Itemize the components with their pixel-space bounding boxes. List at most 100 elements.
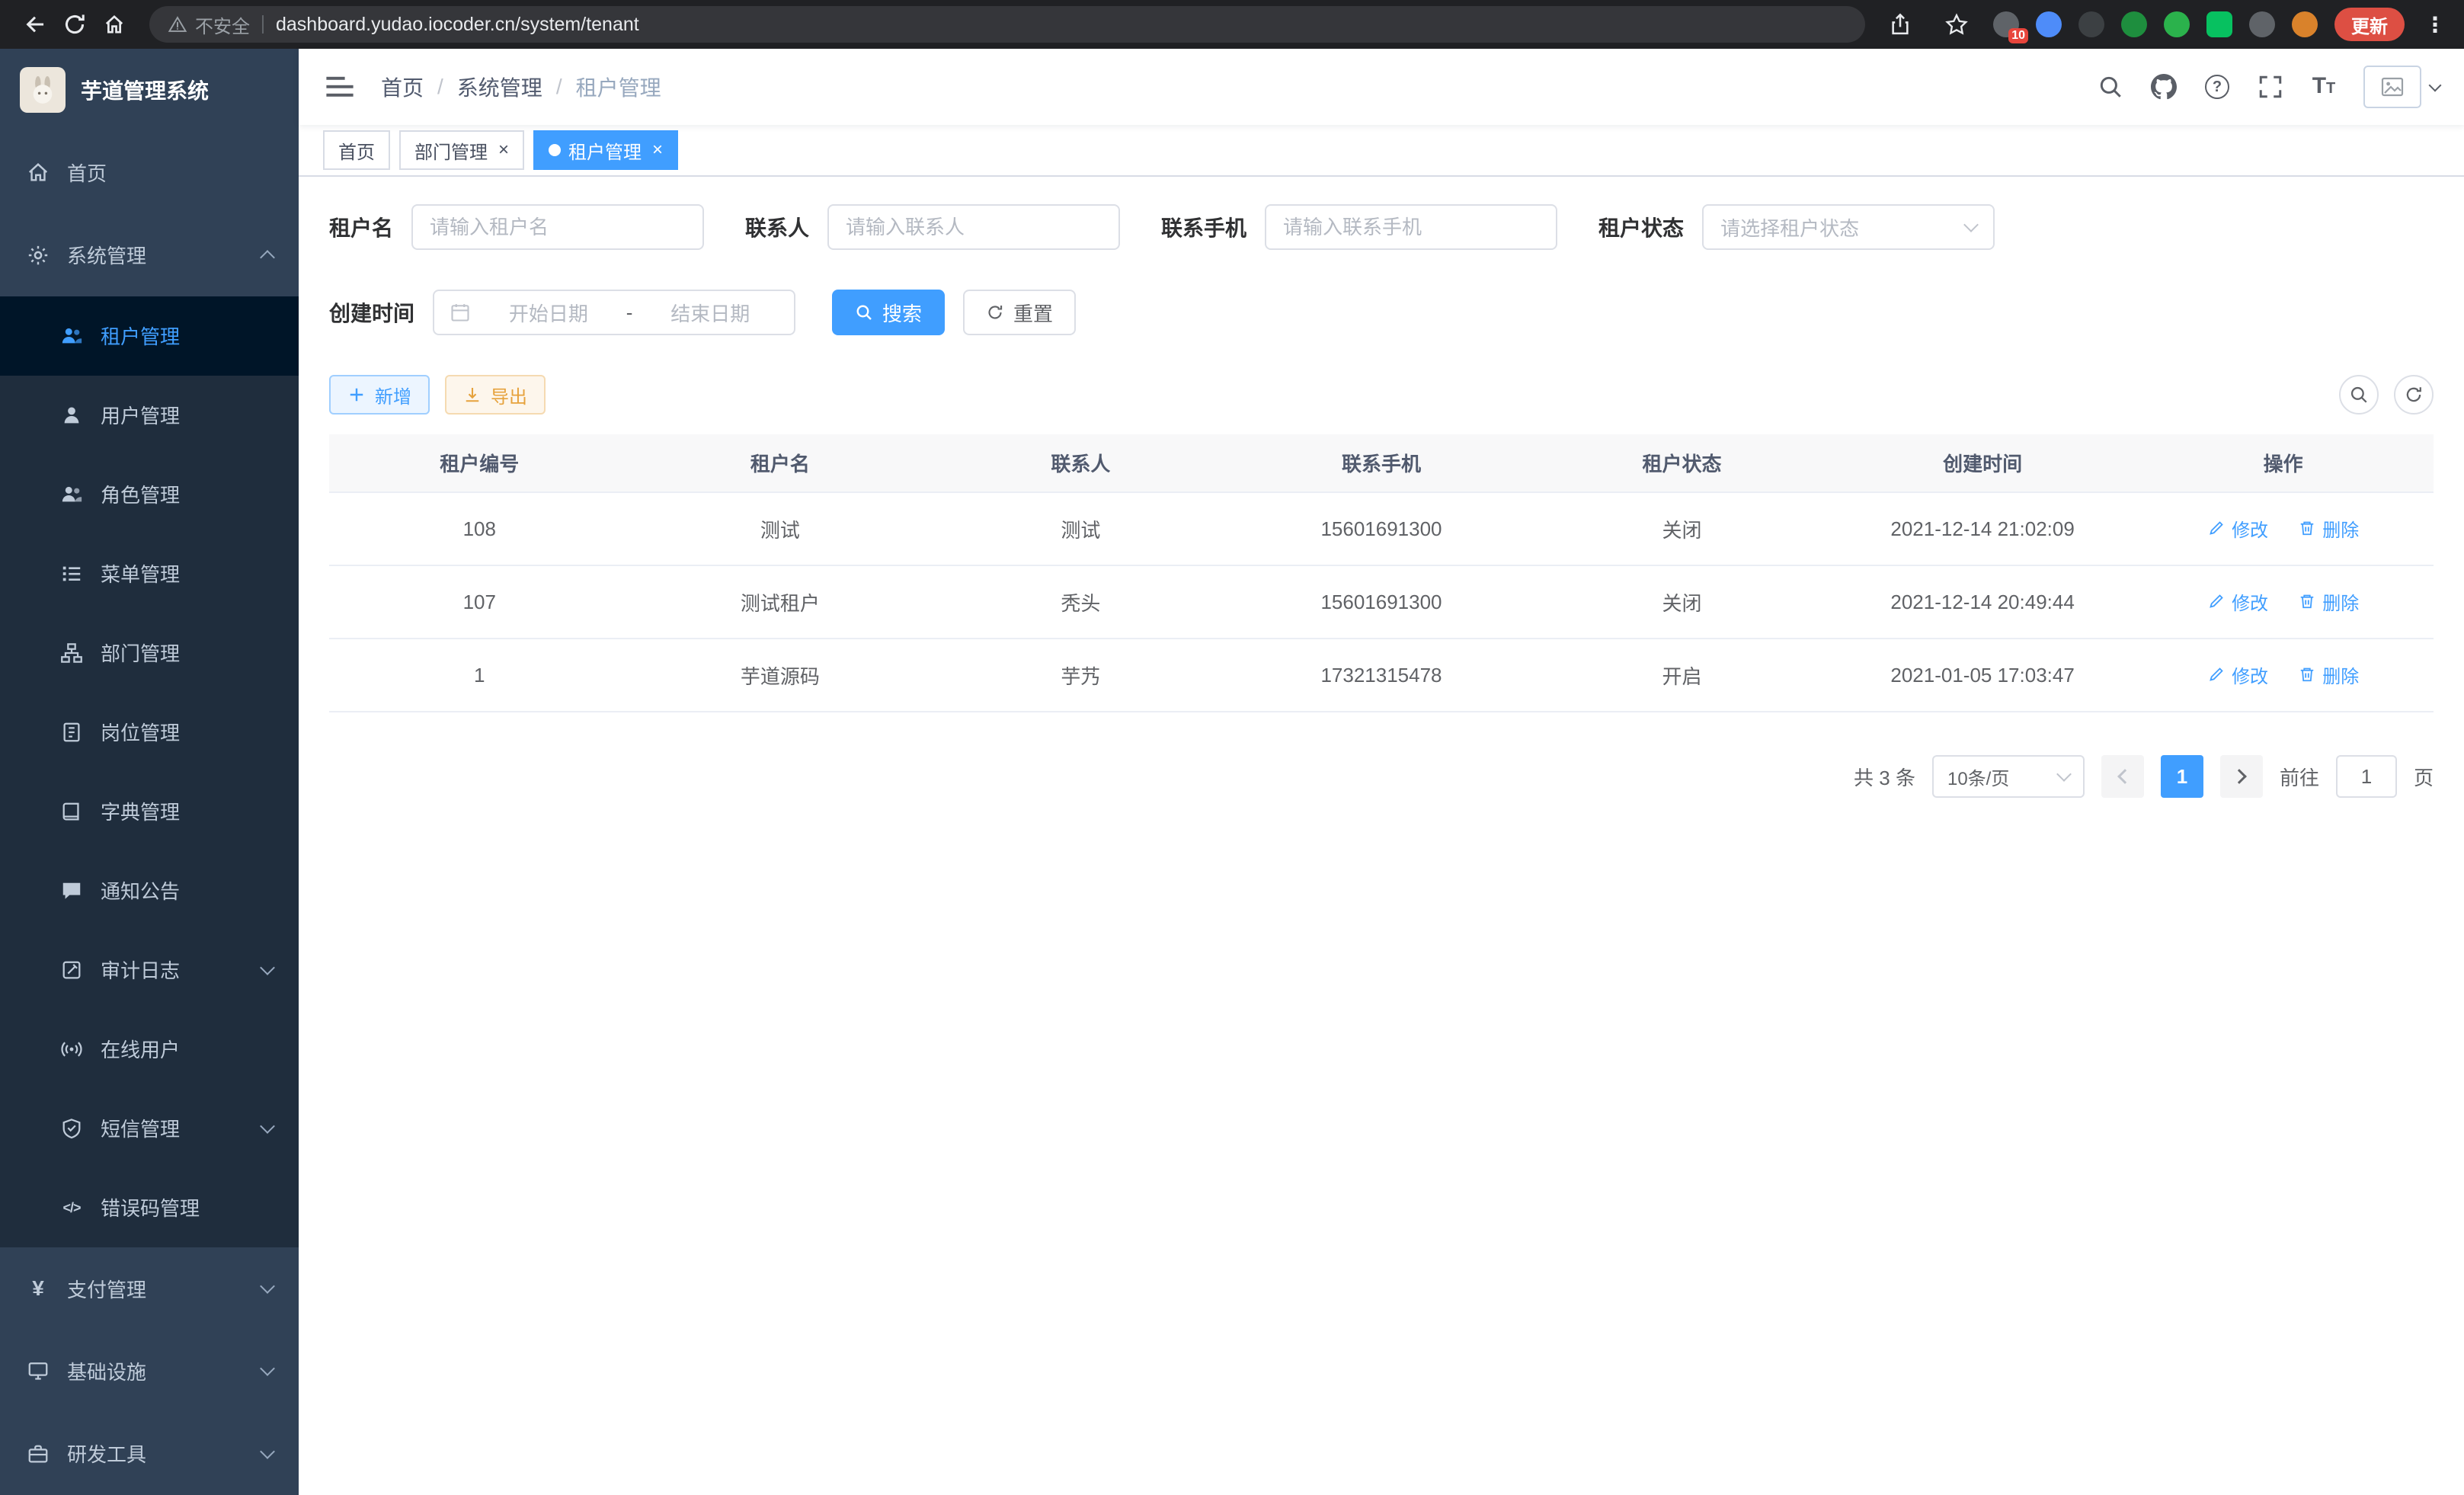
sidebar-item-sms[interactable]: 短信管理 (0, 1089, 299, 1168)
cell-created: 2021-01-05 17:03:47 (1832, 639, 2133, 712)
prev-page-button[interactable] (2101, 755, 2144, 798)
browser-menu-button[interactable]: ⋮ (2421, 12, 2449, 37)
tenant-name-input[interactable] (430, 216, 686, 239)
font-size-button[interactable]: TT (2310, 73, 2338, 101)
url-text: dashboard.yudao.iocoder.cn/system/tenant (276, 14, 639, 36)
page-button-1[interactable]: 1 (2161, 755, 2203, 798)
cell-status: 关闭 (1531, 565, 1832, 639)
extension-icon-3[interactable] (2078, 11, 2104, 37)
sidebar-collapse-button[interactable] (323, 70, 357, 104)
extension-icon-5[interactable] (2164, 11, 2190, 37)
tab-tenant[interactable]: 租户管理 × (533, 130, 678, 170)
sidebar-item-system[interactable]: 系统管理 (0, 213, 299, 296)
extension-icon-8[interactable] (2292, 11, 2318, 37)
delete-link[interactable]: 删除 (2298, 588, 2359, 615)
phone-input[interactable] (1283, 216, 1539, 239)
back-icon (22, 11, 48, 37)
avatar-dropdown[interactable] (2363, 66, 2440, 108)
status-select[interactable]: 请选择租户状态 (1702, 204, 1995, 250)
next-page-button[interactable] (2220, 755, 2263, 798)
avatar (2363, 66, 2421, 108)
sidebar-item-label: 租户管理 (101, 322, 180, 350)
back-button[interactable] (15, 5, 55, 44)
extension-icon-1[interactable]: 10 (1993, 11, 2019, 37)
sidebar-item-dict[interactable]: 字典管理 (0, 772, 299, 851)
sidebar-item-online-user[interactable]: 在线用户 (0, 1010, 299, 1089)
help-button[interactable]: ? (2203, 73, 2231, 101)
app-frame: 芋道管理系统 首页 系统管理 租户管理 (0, 49, 2464, 1495)
end-date-placeholder: 结束日期 (642, 299, 779, 327)
export-button[interactable]: 导出 (445, 375, 546, 415)
tab-home[interactable]: 首页 (323, 130, 390, 170)
active-tab-dot (549, 144, 561, 156)
home-button[interactable] (94, 5, 134, 44)
sidebar-item-user[interactable]: 用户管理 (0, 376, 299, 455)
github-button[interactable] (2150, 73, 2178, 101)
edit-link[interactable]: 修改 (2207, 661, 2268, 688)
sidebar-item-pay[interactable]: ¥ 支付管理 (0, 1247, 299, 1330)
sidebar-item-infra[interactable]: 基础设施 (0, 1330, 299, 1412)
edit-link[interactable]: 修改 (2207, 515, 2268, 542)
sidebar-item-audit-log[interactable]: 审计日志 (0, 930, 299, 1010)
phone-field (1265, 204, 1557, 250)
bookmark-button[interactable] (1937, 5, 1976, 44)
sidebar-item-post[interactable]: 岗位管理 (0, 693, 299, 772)
chevron-down-icon (260, 960, 275, 975)
toggle-search-button[interactable] (2339, 375, 2379, 415)
security-chip[interactable]: 不安全 (168, 11, 250, 38)
reload-button[interactable] (55, 5, 94, 44)
breadcrumb: 首页 / 系统管理 / 租户管理 (381, 72, 661, 102)
header-search-button[interactable] (2097, 73, 2124, 101)
share-button[interactable] (1880, 5, 1920, 44)
reset-button[interactable]: 重置 (963, 290, 1076, 335)
tree-icon (59, 641, 84, 665)
close-icon[interactable]: × (652, 141, 663, 159)
edit-link[interactable]: 修改 (2207, 588, 2268, 615)
sidebar-item-label: 菜单管理 (101, 559, 180, 587)
extension-icon-2[interactable] (2036, 11, 2062, 37)
tab-label: 首页 (338, 137, 375, 164)
sidebar-item-menu[interactable]: 菜单管理 (0, 534, 299, 613)
breadcrumb-item[interactable]: 首页 (381, 72, 424, 102)
delete-link[interactable]: 删除 (2298, 515, 2359, 542)
fullscreen-button[interactable] (2257, 73, 2284, 101)
cell-tenant-id: 107 (329, 565, 630, 639)
edit-icon (2207, 665, 2226, 683)
tab-dept[interactable]: 部门管理 × (399, 130, 524, 170)
sidebar-item-home[interactable]: 首页 (0, 131, 299, 213)
badge-icon (59, 720, 84, 744)
close-icon[interactable]: × (498, 141, 509, 159)
sidebar-item-error-code[interactable]: </> 错误码管理 (0, 1168, 299, 1247)
sidebar-logo[interactable]: 芋道管理系统 (0, 49, 299, 131)
goto-page-input[interactable] (2336, 755, 2397, 798)
extension-icon-6[interactable] (2206, 11, 2232, 37)
date-range-picker[interactable]: 开始日期 - 结束日期 (433, 290, 795, 335)
delete-link[interactable]: 删除 (2298, 661, 2359, 688)
page-size-select[interactable]: 10条/页 (1932, 755, 2085, 798)
extension-icon-7[interactable] (2249, 11, 2275, 37)
cell-phone: 17321315478 (1231, 639, 1532, 712)
refresh-table-button[interactable] (2394, 375, 2434, 415)
update-button[interactable]: 更新 (2334, 8, 2405, 41)
shield-icon (59, 1116, 84, 1141)
chevron-down-icon (260, 1119, 275, 1134)
sidebar-item-dept[interactable]: 部门管理 (0, 613, 299, 693)
sidebar-item-devtools[interactable]: 研发工具 (0, 1413, 299, 1495)
search-button[interactable]: 搜索 (832, 290, 945, 335)
add-button[interactable]: 新增 (329, 375, 430, 415)
start-date-placeholder: 开始日期 (480, 299, 617, 327)
field-label: 租户状态 (1598, 212, 1684, 242)
breadcrumb-item[interactable]: 系统管理 (457, 72, 542, 102)
url-bar[interactable]: 不安全 dashboard.yudao.iocoder.cn/system/te… (149, 6, 1865, 43)
tab-label: 租户管理 (568, 137, 642, 164)
sidebar-item-role[interactable]: 角色管理 (0, 455, 299, 534)
table-row: 107 测试租户 秃头 15601691300 关闭 2021-12-14 20… (329, 565, 2434, 639)
contact-input[interactable] (846, 216, 1102, 239)
update-label: 更新 (2351, 11, 2388, 38)
sidebar-item-notice[interactable]: 通知公告 (0, 851, 299, 930)
extension-icon-4[interactable] (2121, 11, 2147, 37)
chevron-right-icon (2232, 769, 2247, 784)
delete-label: 删除 (2322, 588, 2359, 615)
sidebar-item-tenant[interactable]: 租户管理 (0, 296, 299, 376)
column-header: 创建时间 (1832, 434, 2133, 492)
